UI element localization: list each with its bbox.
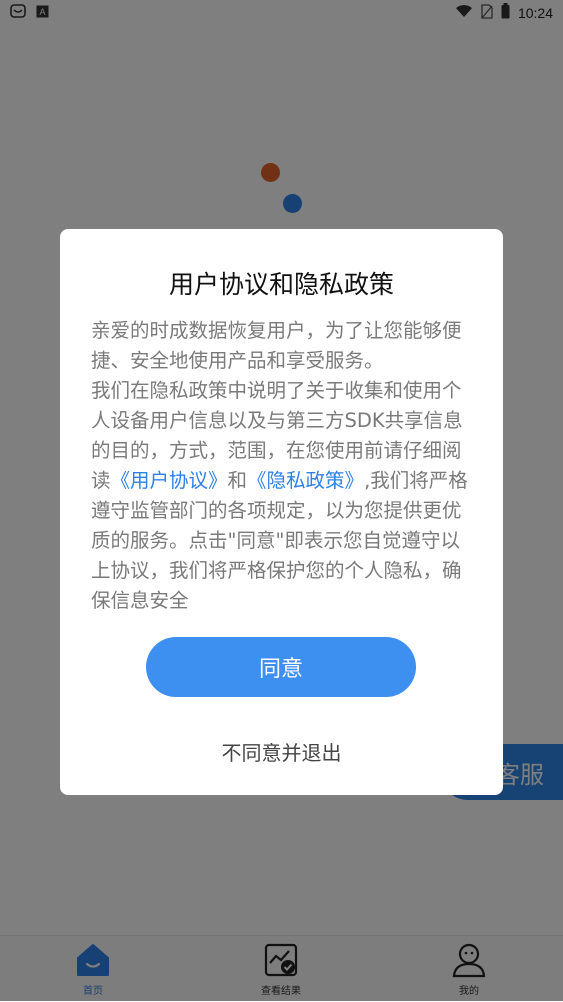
agree-button[interactable]: 同意 bbox=[146, 637, 416, 697]
dialog-paragraph-1: 亲爱的时成数据恢复用户，为了让您能够便捷、安全地使用产品和享受服务。 bbox=[91, 319, 462, 372]
disagree-exit-button[interactable]: 不同意并退出 bbox=[60, 737, 503, 766]
privacy-dialog: 用户协议和隐私政策 亲爱的时成数据恢复用户，为了让您能够便捷、安全地使用产品和享… bbox=[60, 229, 503, 795]
privacy-policy-link[interactable]: 《隐私政策》 bbox=[247, 469, 364, 492]
app-screen: A 10:24 客服 首页 bbox=[0, 0, 563, 1002]
dialog-body: 亲爱的时成数据恢复用户，为了让您能够便捷、安全地使用产品和享受服务。 我们在隐私政… bbox=[91, 316, 475, 616]
disagree-button-label: 不同意并退出 bbox=[221, 741, 342, 765]
dialog-and-text: 和 bbox=[227, 469, 248, 492]
agree-button-label: 同意 bbox=[258, 657, 303, 682]
dialog-title: 用户协议和隐私政策 bbox=[168, 270, 394, 299]
user-agreement-link[interactable]: 《用户协议》 bbox=[111, 469, 228, 492]
